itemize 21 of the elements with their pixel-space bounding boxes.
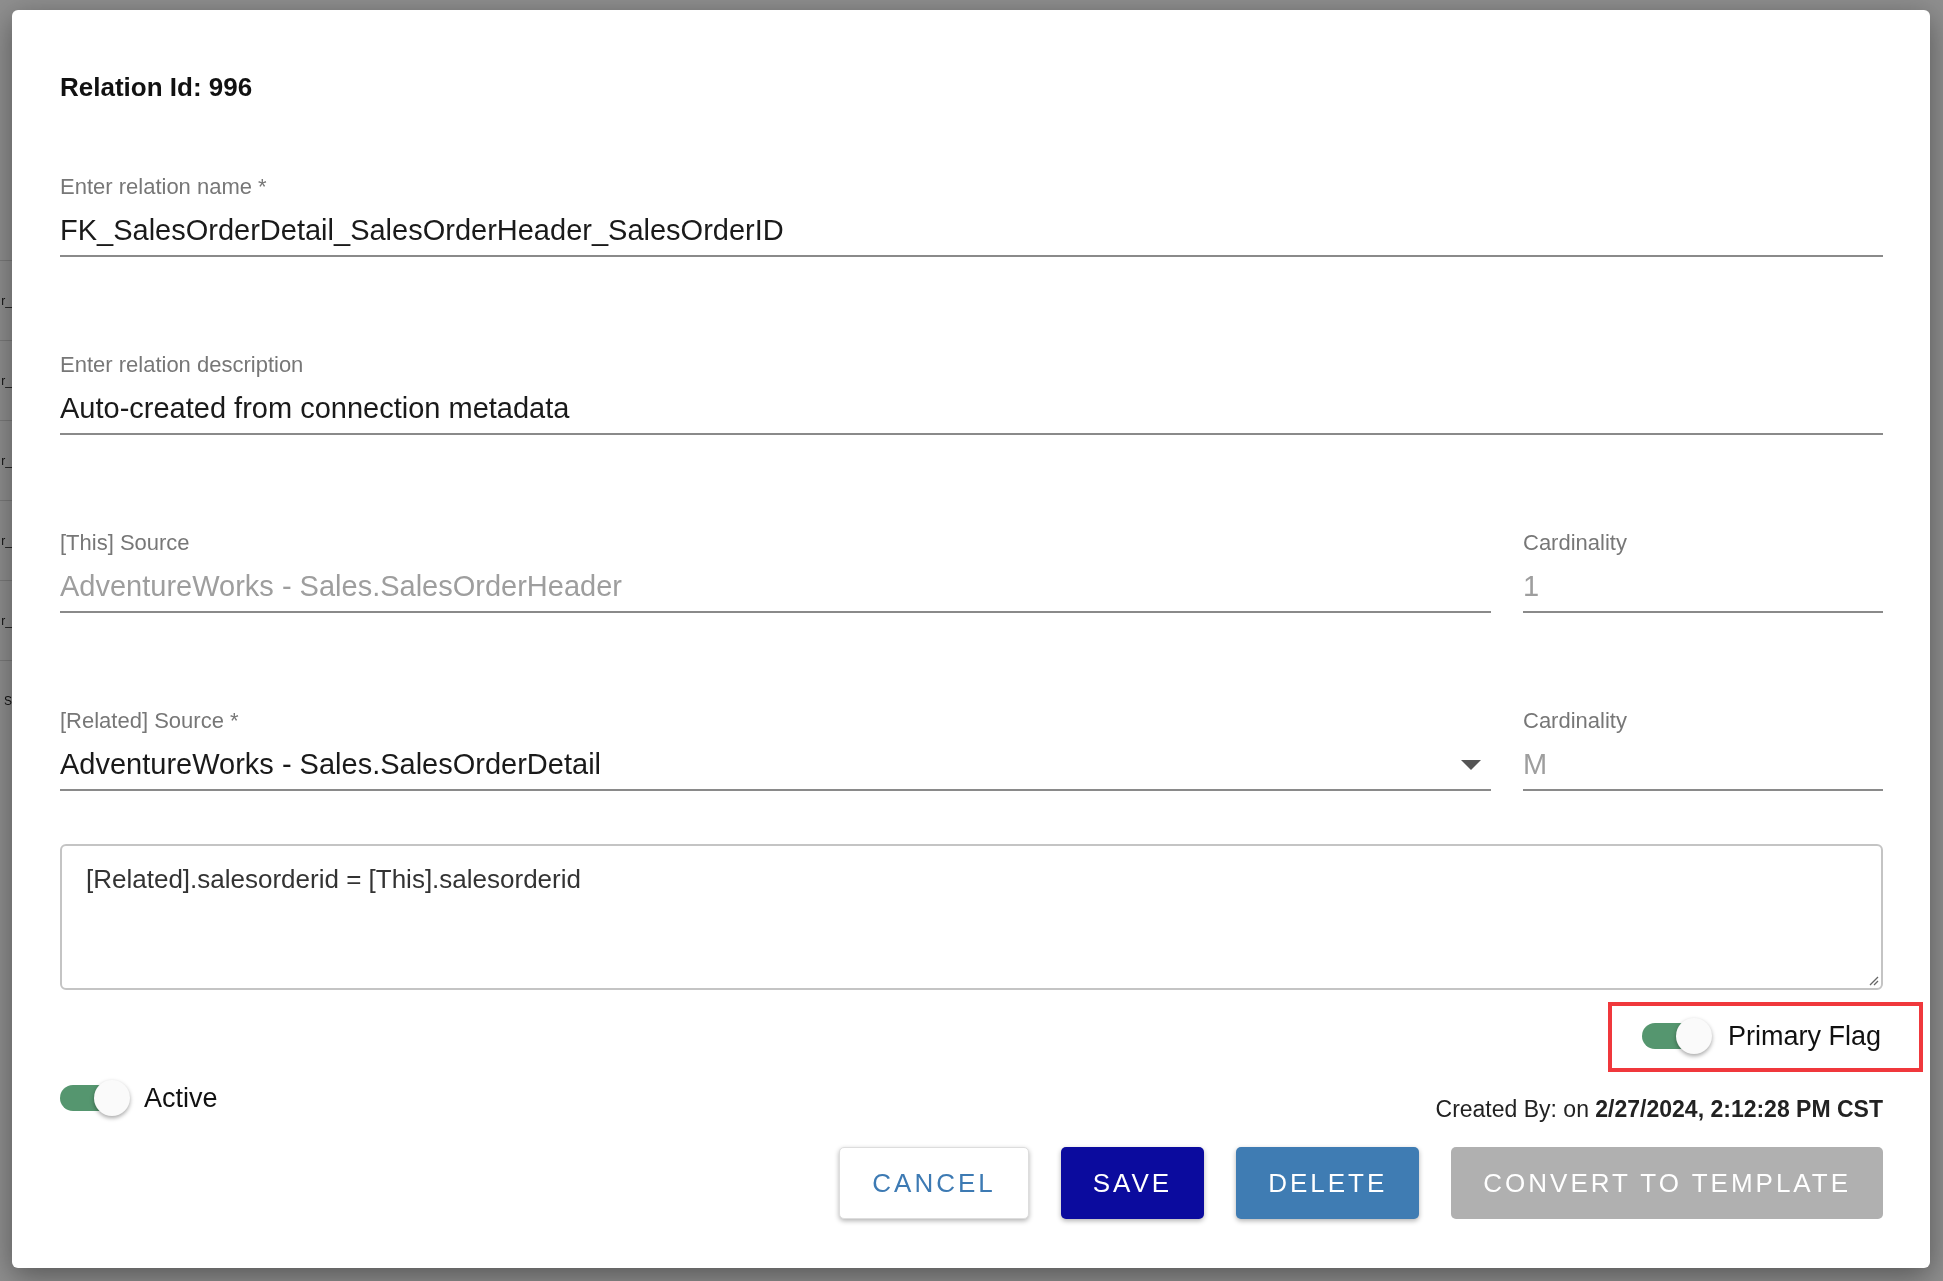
delete-button[interactable]: DELETE bbox=[1236, 1147, 1420, 1219]
toggle-switch[interactable] bbox=[60, 1078, 130, 1118]
cancel-button[interactable]: CANCEL bbox=[839, 1147, 1029, 1219]
table-cell: r_ bbox=[1, 373, 12, 388]
toggle-switch[interactable] bbox=[1641, 1016, 1712, 1056]
table-cell: S bbox=[4, 693, 12, 708]
text-field[interactable]: Enter relation description Auto-created from connection metadata bbox=[60, 352, 1883, 435]
resize-grip-icon bbox=[1867, 974, 1879, 986]
toggle-label: Active bbox=[144, 1082, 218, 1114]
dialog-title: Relation Id: 996 bbox=[60, 72, 254, 104]
text-field[interactable]: Enter relation name * FK_SalesOrderDetail_SalesOrderHeader_SalesOrderID bbox=[60, 174, 1883, 257]
table-cell: r_ bbox=[1, 533, 12, 548]
created-by-text: Created By: on 2/27/2024, 2:12:28 PM CST bbox=[1435, 1096, 1883, 1123]
expression-textarea[interactable]: [Related].salesorderid = [This].salesorderid bbox=[60, 844, 1883, 990]
save-button[interactable]: SAVE bbox=[1060, 1147, 1205, 1219]
caret-icon bbox=[1461, 759, 1481, 770]
source-dropdown[interactable]: [Related] Source * AdventureWorks - Sales.SalesOrderDetail bbox=[60, 708, 1491, 791]
table-cell: r_ bbox=[1, 453, 12, 468]
table-cell: r_ bbox=[1, 293, 12, 308]
toggle-label: Primary Flag bbox=[1727, 1020, 1881, 1052]
table-cell: r_ bbox=[1, 613, 12, 628]
